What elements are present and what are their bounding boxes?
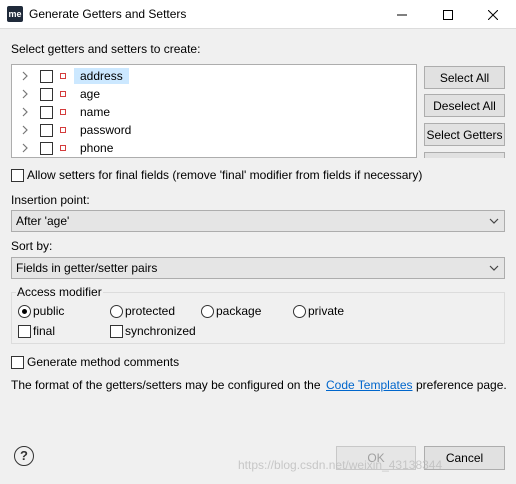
- insertion-point-label: Insertion point:: [11, 193, 90, 207]
- insertion-point-select[interactable]: After 'age': [11, 210, 505, 232]
- allow-setters-checkbox[interactable]: [11, 169, 24, 182]
- field-name: address: [74, 68, 129, 84]
- code-templates-link[interactable]: Code Templates: [326, 378, 413, 392]
- access-modifier-group: [11, 292, 505, 344]
- help-icon[interactable]: ?: [14, 446, 34, 466]
- radio-protected[interactable]: [110, 305, 123, 318]
- sort-by-label: Sort by:: [11, 239, 53, 253]
- select-all-button[interactable]: Select All: [424, 66, 505, 89]
- radio-package[interactable]: [201, 305, 214, 318]
- select-getters-button[interactable]: Select Getters: [424, 123, 505, 146]
- radio-public-label: public: [33, 304, 65, 318]
- select-setters-button[interactable]: [424, 152, 505, 158]
- format-note-suffix: preference page.: [416, 378, 507, 392]
- radio-package-label: package: [216, 304, 262, 318]
- chevron-right-icon[interactable]: [20, 88, 30, 100]
- chevron-down-icon: [489, 265, 499, 271]
- final-label: final: [33, 324, 56, 338]
- tree-row[interactable]: password: [12, 121, 416, 139]
- minimize-icon: [397, 14, 407, 15]
- close-icon: [488, 9, 498, 20]
- radio-private[interactable]: [293, 305, 306, 318]
- field-checkbox[interactable]: [40, 142, 53, 155]
- chevron-right-icon[interactable]: [20, 70, 30, 82]
- synchronized-checkbox[interactable]: [110, 325, 123, 338]
- sort-by-select[interactable]: Fields in getter/setter pairs: [11, 257, 505, 279]
- radio-private-label: private: [308, 304, 345, 318]
- minimize-button[interactable]: [379, 0, 425, 29]
- generate-comments-checkbox[interactable]: [11, 356, 24, 369]
- allow-setters-label: Allow setters for final fields (remove '…: [27, 168, 423, 182]
- chevron-right-icon[interactable]: [20, 106, 30, 118]
- field-name: name: [80, 105, 111, 119]
- access-modifier-title: Access modifier: [16, 285, 103, 299]
- field-name: phone: [80, 141, 114, 155]
- insertion-point-value: After 'age': [16, 214, 70, 228]
- field-checkbox[interactable]: [40, 70, 53, 83]
- app-icon: me: [7, 6, 23, 22]
- tree-row[interactable]: address: [12, 67, 416, 85]
- chevron-down-icon: [489, 218, 499, 224]
- radio-protected-label: protected: [125, 304, 176, 318]
- tree-row[interactable]: phone: [12, 139, 416, 157]
- field-icon: [60, 109, 66, 115]
- close-button[interactable]: [470, 0, 516, 29]
- field-name: password: [80, 123, 132, 137]
- synchronized-label: synchronized: [125, 324, 196, 338]
- format-note-text: The format of the getters/setters may be…: [11, 378, 321, 392]
- fields-tree[interactable]: address age name password phone: [11, 64, 417, 158]
- tree-row[interactable]: name: [12, 103, 416, 121]
- sort-by-value: Fields in getter/setter pairs: [16, 261, 158, 275]
- select-label: Select getters and setters to create:: [11, 42, 201, 56]
- radio-public[interactable]: [18, 305, 31, 318]
- field-checkbox[interactable]: [40, 106, 53, 119]
- title-bar: me Generate Getters and Setters: [0, 0, 516, 29]
- chevron-right-icon[interactable]: [20, 124, 30, 136]
- deselect-all-button[interactable]: Deselect All: [424, 94, 505, 117]
- tree-row[interactable]: age: [12, 85, 416, 103]
- final-checkbox[interactable]: [18, 325, 31, 338]
- window-title: Generate Getters and Setters: [29, 7, 187, 21]
- field-icon: [60, 145, 66, 151]
- field-icon: [60, 73, 66, 79]
- maximize-icon: [443, 9, 453, 20]
- maximize-button[interactable]: [425, 0, 471, 29]
- field-checkbox[interactable]: [40, 88, 53, 101]
- field-icon: [60, 127, 66, 133]
- generate-comments-label: Generate method comments: [27, 355, 180, 369]
- field-icon: [60, 91, 66, 97]
- field-name: age: [80, 87, 101, 101]
- field-checkbox[interactable]: [40, 124, 53, 137]
- watermark: https://blog.csdn.net/weixin_43138344: [238, 458, 443, 472]
- chevron-right-icon[interactable]: [20, 142, 30, 154]
